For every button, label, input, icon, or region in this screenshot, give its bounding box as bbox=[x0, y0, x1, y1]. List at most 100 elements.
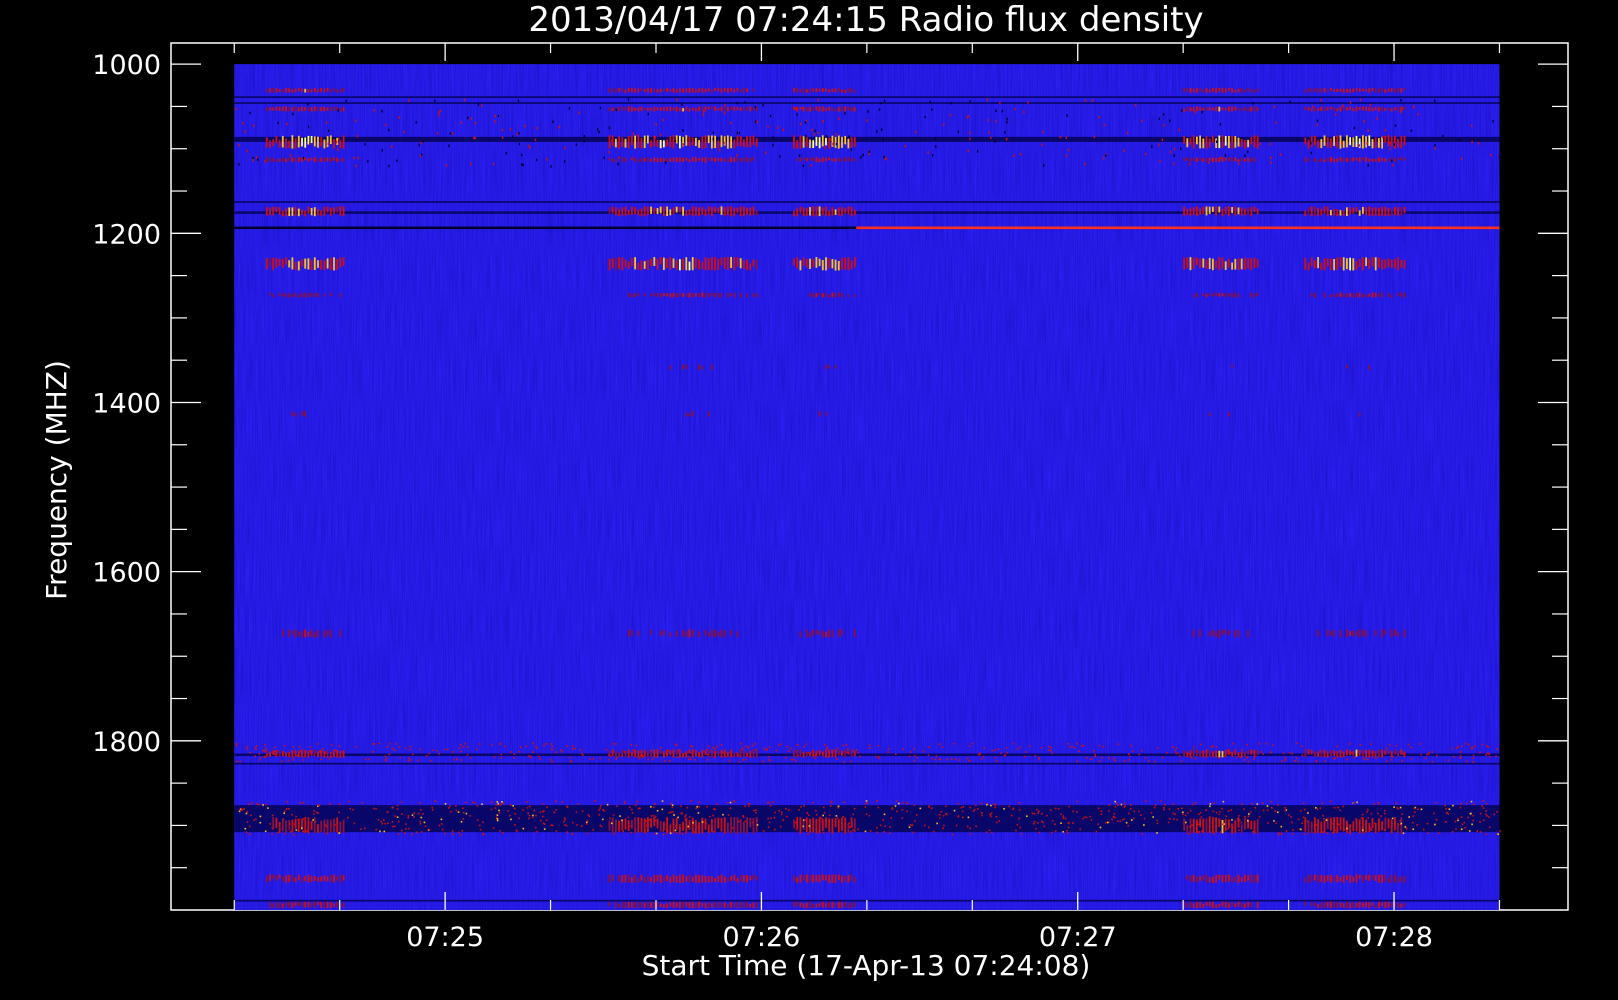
emission-cell bbox=[1247, 750, 1249, 755]
emission-cell bbox=[672, 874, 675, 883]
emission-cell bbox=[1166, 752, 1168, 754]
emission-cell bbox=[1350, 752, 1352, 754]
emission-cell bbox=[670, 811, 672, 813]
emission-cell bbox=[701, 817, 704, 834]
emission-cell bbox=[1390, 259, 1393, 268]
emission-cell bbox=[624, 138, 627, 148]
emission-cell bbox=[1218, 206, 1221, 213]
emission-cell bbox=[255, 818, 257, 820]
emission-cell bbox=[853, 137, 856, 147]
emission-cell bbox=[680, 812, 682, 815]
emission-cell bbox=[1273, 820, 1275, 822]
emission-cell bbox=[650, 902, 652, 908]
emission-cell bbox=[1033, 823, 1035, 825]
emission-cell bbox=[1320, 158, 1323, 162]
emission-cell bbox=[1456, 747, 1458, 749]
emission-cell bbox=[481, 104, 483, 107]
emission-cell bbox=[386, 811, 389, 813]
emission-cell bbox=[656, 107, 659, 111]
emission-cell bbox=[679, 824, 681, 834]
emission-cell bbox=[287, 759, 290, 762]
emission-cell bbox=[1212, 751, 1214, 757]
emission-cell bbox=[1215, 904, 1217, 908]
emission-cell bbox=[821, 901, 824, 908]
emission-cell bbox=[1230, 809, 1233, 811]
emission-cell bbox=[1218, 629, 1221, 638]
emission-cell bbox=[663, 904, 665, 908]
emission-cell bbox=[1460, 816, 1463, 818]
emission-cell bbox=[1208, 89, 1211, 93]
emission-cell bbox=[1108, 757, 1110, 759]
emission-cell bbox=[885, 157, 887, 161]
emission-cell bbox=[650, 88, 652, 93]
emission-cell bbox=[1183, 750, 1185, 757]
emission-cell bbox=[1374, 107, 1377, 111]
emission-cell bbox=[1371, 292, 1374, 298]
emission-cell bbox=[979, 752, 981, 754]
emission-cell bbox=[834, 818, 837, 828]
emission-cell bbox=[1358, 874, 1361, 879]
emission-cell bbox=[1400, 749, 1403, 755]
emission-cell bbox=[685, 293, 688, 297]
emission-cell bbox=[720, 818, 723, 832]
emission-cell bbox=[1384, 875, 1387, 882]
emission-cell bbox=[575, 143, 578, 146]
emission-cell bbox=[1394, 749, 1396, 755]
emission-cell bbox=[682, 129, 684, 132]
emission-cell bbox=[310, 208, 313, 216]
emission-cell bbox=[329, 819, 332, 832]
emission-cell bbox=[238, 143, 240, 147]
emission-cell bbox=[1196, 293, 1198, 298]
emission-cell bbox=[1317, 88, 1319, 93]
emission-cell bbox=[285, 158, 287, 163]
emission-cell bbox=[1256, 135, 1259, 149]
emission-cell bbox=[317, 751, 319, 757]
emission-cell bbox=[1434, 823, 1436, 826]
emission-cell bbox=[634, 207, 636, 215]
emission-cell bbox=[1224, 901, 1227, 908]
emission-cell bbox=[1395, 745, 1397, 747]
emission-cell bbox=[565, 824, 568, 827]
emission-cell bbox=[844, 112, 846, 115]
emission-cell bbox=[704, 818, 707, 821]
emission-cell bbox=[494, 120, 496, 123]
emission-cell bbox=[1368, 158, 1371, 162]
emission-cell bbox=[1301, 745, 1303, 748]
emission-cell bbox=[691, 901, 694, 909]
emission-cell bbox=[1169, 817, 1171, 820]
emission-cell bbox=[243, 808, 245, 810]
emission-cell bbox=[272, 903, 275, 908]
emission-cell bbox=[1435, 818, 1438, 821]
emission-cell bbox=[772, 136, 774, 139]
emission-cell bbox=[313, 157, 316, 162]
emission-cell bbox=[714, 87, 716, 91]
emission-cell bbox=[1364, 758, 1366, 760]
emission-cell bbox=[1339, 106, 1342, 112]
emission-cell bbox=[752, 749, 755, 758]
emission-cell bbox=[850, 902, 853, 909]
emission-cell bbox=[337, 148, 339, 151]
emission-cell bbox=[301, 631, 303, 638]
emission-cell bbox=[799, 875, 802, 883]
emission-cell bbox=[1330, 157, 1333, 160]
emission-cell bbox=[1190, 108, 1192, 111]
emission-cell bbox=[438, 111, 440, 114]
emission-cell bbox=[864, 806, 867, 808]
emission-cell bbox=[1256, 88, 1259, 92]
emission-cell bbox=[779, 155, 781, 158]
emission-cell bbox=[1253, 750, 1256, 758]
emission-cell bbox=[283, 812, 285, 814]
emission-cell bbox=[1472, 138, 1475, 141]
emission-cell bbox=[281, 210, 284, 217]
emission-cell bbox=[323, 88, 326, 93]
emission-cell bbox=[1205, 107, 1208, 112]
emission-cell bbox=[1459, 138, 1461, 142]
emission-cell bbox=[278, 106, 281, 111]
emission-cell bbox=[640, 818, 643, 833]
emission-cell bbox=[1000, 752, 1002, 755]
emission-cell bbox=[969, 137, 971, 141]
emission-cell bbox=[1390, 88, 1393, 93]
emission-cell bbox=[1390, 819, 1393, 834]
emission-cell bbox=[336, 901, 339, 907]
emission-cell bbox=[707, 258, 710, 270]
